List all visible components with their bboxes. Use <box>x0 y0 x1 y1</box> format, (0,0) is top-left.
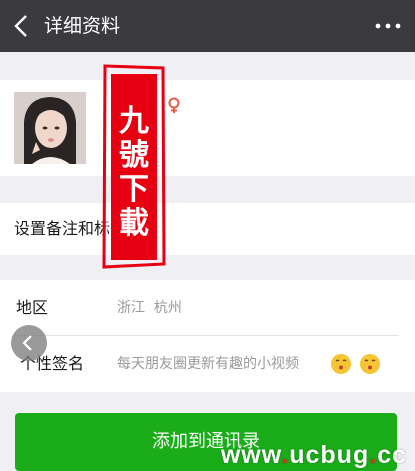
floating-back-handle[interactable] <box>11 325 47 361</box>
seal-char: 號 <box>119 138 149 173</box>
remark-tags-row[interactable]: 设置备注和标签 <box>0 203 415 255</box>
top-bar: 详细资料 <box>0 0 415 52</box>
region-label: 地区 <box>16 298 49 317</box>
kissing-face-icon <box>360 354 380 374</box>
avatar-image <box>14 92 86 164</box>
signature-value: 每天朋友圈更新有趣的小视频 <box>117 356 299 372</box>
more-options-icon[interactable] <box>373 14 403 38</box>
region-value: 浙江 杭州 <box>117 300 182 316</box>
watermark-part: ucbug <box>289 441 370 469</box>
info-card: 地区 浙江 杭州 个性签名 每天朋友圈更新有趣的小视频 <box>0 280 415 392</box>
watermark-part: cc <box>377 441 407 469</box>
watermark-part: www <box>220 441 282 469</box>
kissing-face-icon <box>331 354 351 374</box>
region-row: 地区 浙江 杭州 <box>0 280 415 336</box>
watermark: www.ucbug.cc <box>221 441 407 470</box>
watermark-dot: . <box>369 441 378 469</box>
back-icon[interactable] <box>10 12 34 40</box>
signature-row[interactable]: 个性签名 每天朋友圈更新有趣的小视频 <box>0 336 415 392</box>
seal-char: 下 <box>119 172 149 207</box>
avatar[interactable] <box>14 92 86 164</box>
female-gender-icon <box>168 97 180 113</box>
seal-char: 載 <box>119 206 149 241</box>
profile-card <box>0 80 415 176</box>
chevron-left-icon <box>22 335 32 351</box>
seal-char: 九 <box>119 104 149 139</box>
page-title: 详细资料 <box>44 15 121 37</box>
